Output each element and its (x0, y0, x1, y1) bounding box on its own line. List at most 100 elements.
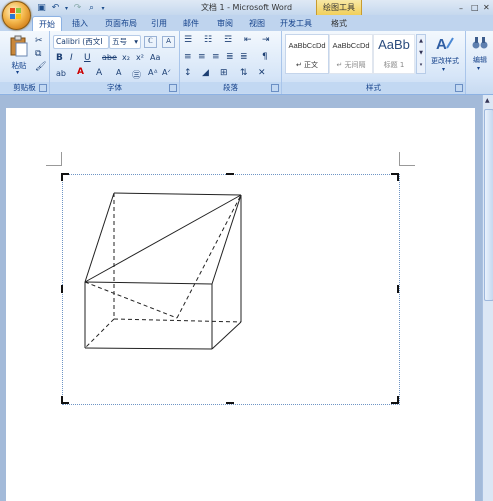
dropdown-icon: ▾ (477, 65, 481, 72)
enclose-char-icon[interactable]: ㊂ (132, 68, 141, 81)
tab-view[interactable]: 视图 (244, 16, 270, 31)
canvas-handle-top[interactable] (226, 173, 234, 175)
style-heading1-sample: AaBb (378, 37, 410, 52)
office-logo-icon (10, 8, 21, 19)
styles-launcher-icon[interactable] (455, 84, 463, 92)
crop-mark (61, 152, 62, 166)
chinese-layout-icon[interactable]: ✕ (258, 68, 266, 78)
change-styles-label: 更改样式 (431, 57, 459, 65)
ribbon-tabs: 开始 插入 页面布局 引用 邮件 审阅 视图 开发工具 格式 (0, 15, 493, 32)
close-icon[interactable]: ✕ (483, 3, 490, 12)
line-spacing-icon[interactable]: ↕ (184, 68, 192, 78)
justify-icon[interactable]: ≣ (226, 52, 234, 62)
style-no-spacing[interactable]: AaBbCcDd ↵ 无间隔 (329, 34, 373, 74)
superscript-icon[interactable]: x² (136, 53, 144, 62)
ribbon: 粘贴 ▾ ✂ ⧉ 🖌 剪贴板 Calibri (西文I 五号 ▾ ℂ A B I … (0, 31, 493, 95)
bold-icon[interactable]: B (56, 53, 63, 63)
format-painter-icon[interactable]: 🖌 (35, 62, 46, 72)
strikethrough-icon[interactable]: abe (102, 53, 117, 62)
copy-icon[interactable]: ⧉ (35, 49, 41, 59)
styles-scroll[interactable]: ▲ ▼ ▾ (416, 34, 426, 74)
paragraph-launcher-icon[interactable] (271, 84, 279, 92)
scroll-thumb[interactable] (484, 109, 493, 301)
distributed-icon[interactable]: ≣ (240, 52, 248, 62)
editing-button[interactable]: 编辑 ▾ (468, 35, 492, 75)
italic-icon[interactable]: I (70, 53, 73, 63)
canvas-handle-tr[interactable] (397, 173, 399, 181)
tab-references[interactable]: 引用 (146, 16, 172, 31)
canvas-handle-right[interactable] (397, 285, 399, 293)
cut-icon[interactable]: ✂ (35, 36, 43, 46)
font-group-label: 字体 (50, 82, 179, 93)
grow-font-icon[interactable]: A (116, 68, 121, 77)
char-shading-icon[interactable]: A (96, 68, 102, 78)
style-no-spacing-name: ↵ 无间隔 (336, 61, 366, 69)
style-normal-sample: AaBbCcDd (288, 41, 326, 50)
change-styles-button[interactable]: A 更改样式 ▾ (428, 34, 462, 78)
tab-format[interactable]: 格式 (326, 16, 352, 31)
paste-dropdown-icon[interactable]: ▾ (16, 69, 19, 76)
clear-format-icon[interactable]: ℂ (144, 36, 157, 48)
window-title: 文档 1 - Microsoft Word (200, 3, 293, 12)
drawing-canvas[interactable] (62, 174, 400, 405)
editing-group: 编辑 ▾ (466, 31, 493, 94)
style-no-spacing-sample: AaBbCcDd (332, 41, 370, 50)
underline-icon[interactable]: U (84, 53, 91, 63)
font-color-icon[interactable]: A (77, 67, 84, 77)
bullets-icon[interactable]: ☰ (184, 35, 192, 45)
tab-developer[interactable]: 开发工具 (276, 16, 316, 31)
dropdown-icon: ▾ (134, 37, 138, 46)
canvas-handle-tl[interactable] (61, 173, 63, 181)
clipboard-launcher-icon[interactable] (39, 84, 47, 92)
paragraph-group: ☰ ☷ ☲ ⇤ ⇥ ≡ ≡ ≡ ≣ ≣ ¶ ↕ ◢ ⊞ ⇅ ✕ 段落 (180, 31, 282, 94)
crop-mark (46, 165, 62, 166)
tab-insert[interactable]: 插入 (66, 16, 94, 31)
canvas-handle-br[interactable] (397, 396, 399, 404)
font-name-select[interactable]: Calibri (西文I (53, 35, 109, 49)
change-case-icon[interactable]: Aa (150, 53, 160, 62)
style-normal[interactable]: AaBbCcDd ↵ 正文 (285, 34, 329, 74)
office-button[interactable] (2, 1, 31, 30)
shading-icon[interactable]: ◢ (202, 68, 209, 78)
dropdown-icon: ▾ (442, 66, 446, 73)
change-styles-icon: A (436, 36, 454, 52)
show-marks-icon[interactable]: ¶ (262, 52, 268, 62)
numbering-icon[interactable]: ☷ (204, 35, 212, 45)
maximize-icon[interactable]: □ (471, 3, 479, 12)
canvas-handle-bl[interactable] (61, 396, 63, 404)
canvas-handle-left[interactable] (61, 285, 63, 293)
paste-button[interactable]: 粘贴 ▾ (8, 35, 30, 76)
style-heading1[interactable]: AaBb 标题 1 (373, 34, 415, 74)
scroll-up-icon[interactable]: ▲ (485, 97, 490, 104)
font-size-up-icon[interactable]: Aᐞ (148, 68, 158, 77)
font-size-select[interactable]: 五号 ▾ (109, 35, 141, 49)
paste-icon (10, 35, 28, 57)
minimize-icon[interactable]: – (459, 4, 463, 13)
styles-group-label: 样式 (282, 82, 465, 93)
subscript-icon[interactable]: x₂ (122, 53, 130, 62)
decrease-indent-icon[interactable]: ⇤ (244, 35, 252, 45)
canvas-handle-bottom[interactable] (226, 402, 234, 404)
title-bar: ▣ ↶ ▾ ↷ ⌕ ▾ 文档 1 - Microsoft Word 绘图工具 –… (0, 0, 493, 15)
highlight-icon[interactable]: ab (56, 69, 66, 78)
svg-text:A: A (436, 36, 447, 52)
sort-icon[interactable]: ⇅ (240, 68, 248, 78)
tab-review[interactable]: 审阅 (212, 16, 238, 31)
increase-indent-icon[interactable]: ⇥ (262, 35, 270, 45)
style-heading1-name: 标题 1 (383, 61, 405, 69)
drawing-tools-context-label: 绘图工具 (316, 0, 362, 15)
style-normal-name: ↵ 正文 (295, 61, 319, 69)
tab-home[interactable]: 开始 (32, 16, 62, 32)
char-border-icon[interactable]: A (162, 36, 175, 48)
align-right-icon[interactable]: ≡ (212, 52, 220, 62)
vertical-scrollbar[interactable]: ▲ (482, 95, 493, 501)
clipboard-group: 粘贴 ▾ ✂ ⧉ 🖌 剪贴板 (0, 31, 50, 94)
align-left-icon[interactable]: ≡ (184, 52, 192, 62)
tab-mailings[interactable]: 邮件 (178, 16, 204, 31)
center-icon[interactable]: ≡ (198, 52, 206, 62)
font-size-down-icon[interactable]: Aᐟ (162, 68, 171, 77)
multilevel-list-icon[interactable]: ☲ (224, 35, 232, 45)
borders-icon[interactable]: ⊞ (220, 68, 228, 78)
tab-page-layout[interactable]: 页面布局 (100, 16, 142, 31)
font-launcher-icon[interactable] (169, 84, 177, 92)
